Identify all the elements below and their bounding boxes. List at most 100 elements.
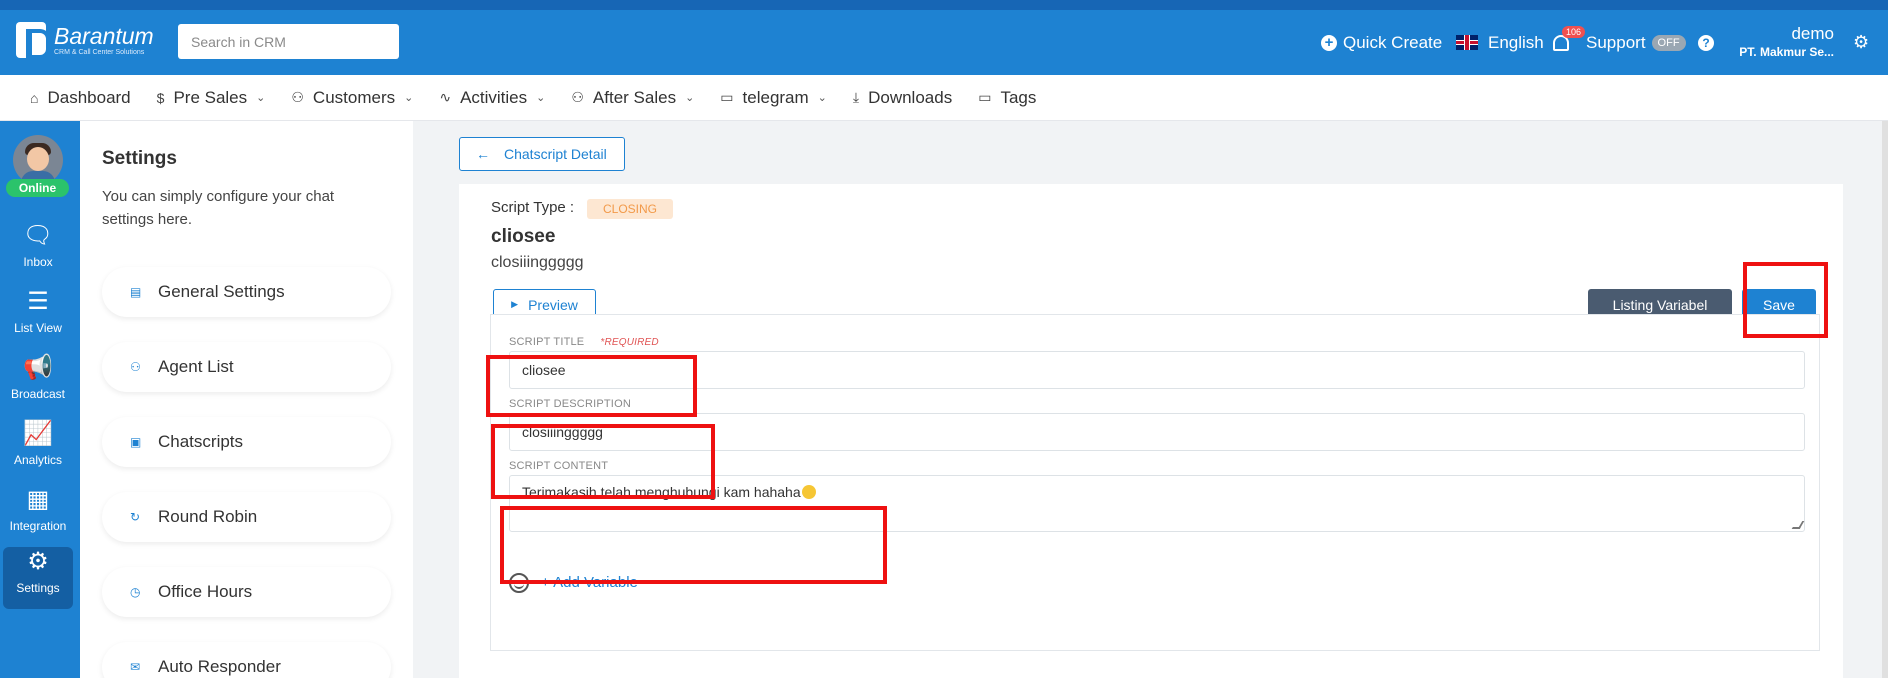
top-strip bbox=[0, 0, 1888, 10]
script-name: cliosee bbox=[491, 226, 556, 247]
dollar-icon: $ bbox=[156, 89, 165, 106]
settings-item-label: Round Robin bbox=[158, 507, 258, 526]
nav-label: Dashboard bbox=[47, 87, 131, 107]
rail-item-analytics[interactable]: 📈 Analytics bbox=[3, 419, 73, 481]
help-icon: ? bbox=[1698, 34, 1714, 51]
back-label: Chatscript Detail bbox=[504, 146, 607, 162]
settings-icon: ▤ bbox=[130, 285, 142, 299]
rail-item-broadcast[interactable]: 📢 Broadcast bbox=[3, 353, 73, 415]
rail-label: Broadcast bbox=[10, 387, 66, 401]
folder-icon: ▭ bbox=[978, 89, 992, 105]
user-name: demo bbox=[1791, 24, 1834, 43]
rail-label: Integration bbox=[9, 519, 67, 533]
nav-tags[interactable]: ▭ Tags bbox=[978, 88, 1036, 108]
scrollbar[interactable] bbox=[1882, 121, 1888, 678]
chart-icon: 📈 bbox=[23, 420, 53, 447]
nav-label: Activities bbox=[460, 87, 528, 107]
gear-icon[interactable]: ⚙ bbox=[1853, 10, 1869, 75]
mail-icon: ✉ bbox=[130, 660, 141, 674]
script-title-input[interactable]: cliosee bbox=[509, 351, 1805, 389]
rail-item-list-view[interactable]: ☰ List View bbox=[3, 287, 73, 349]
nav-label: telegram bbox=[742, 87, 809, 107]
nav-dashboard[interactable]: ⌂ Dashboard bbox=[30, 88, 131, 108]
rail-item-inbox[interactable]: 🗨 Inbox bbox=[3, 221, 73, 283]
nav-customers[interactable]: ⚇ Customers ⌄ bbox=[291, 88, 413, 108]
settings-title: Settings bbox=[102, 148, 177, 169]
users-icon: ⚇ bbox=[571, 89, 584, 105]
chevron-down-icon: ⌄ bbox=[536, 92, 546, 104]
settings-item-office-hours[interactable]: ◷ Office Hours bbox=[102, 567, 391, 617]
nav-activities[interactable]: ∿ Activities ⌄ bbox=[439, 88, 545, 108]
settings-item-label: Office Hours bbox=[158, 582, 253, 601]
settings-item-agent-list[interactable]: ⚇ Agent List bbox=[102, 342, 391, 392]
nav-downloads[interactable]: ⤓ Downloads bbox=[853, 88, 952, 108]
resize-handle-icon[interactable] bbox=[1791, 521, 1805, 529]
nav-label: Customers bbox=[312, 87, 396, 107]
plus-icon: + bbox=[1321, 34, 1337, 51]
user-org: PT. Makmur Se... bbox=[1739, 45, 1834, 59]
rail-item-settings[interactable]: ⚙ Settings bbox=[3, 547, 73, 609]
settings-item-label: Chatscripts bbox=[158, 432, 244, 451]
back-button[interactable]: ← Chatscript Detail bbox=[459, 137, 625, 171]
rail-label: List View bbox=[14, 321, 62, 335]
megaphone-icon: 📢 bbox=[23, 354, 53, 381]
nav-telegram[interactable]: ▭ telegram ⌄ bbox=[720, 88, 827, 108]
chevron-down-icon: ⌄ bbox=[404, 92, 414, 104]
main-nav: ⌂ Dashboard $ Pre Sales ⌄ ⚇ Customers ⌄ … bbox=[0, 75, 1888, 121]
play-icon: ▶ bbox=[511, 299, 519, 309]
nav-after-sales[interactable]: ⚇ After Sales ⌄ bbox=[571, 88, 694, 108]
settings-item-round-robin[interactable]: ↻ Round Robin bbox=[102, 492, 391, 542]
search-input[interactable] bbox=[178, 24, 399, 59]
script-type-label: Script Type : bbox=[491, 199, 575, 216]
help-button[interactable]: ? bbox=[1698, 10, 1714, 75]
settings-item-label: Auto Responder bbox=[158, 657, 281, 676]
smile-emoji-icon bbox=[801, 485, 816, 499]
settings-item-label: General Settings bbox=[158, 282, 285, 301]
gear-icon: ⚙ bbox=[27, 548, 49, 575]
logo-name: Barantum bbox=[54, 23, 154, 49]
language-selector[interactable]: English bbox=[1456, 10, 1544, 75]
required-label: *REQUIRED bbox=[600, 337, 659, 348]
quick-create-button[interactable]: + Quick Create bbox=[1321, 10, 1442, 75]
nav-pre-sales[interactable]: $ Pre Sales ⌄ bbox=[157, 88, 266, 108]
support-label: Support bbox=[1586, 32, 1646, 52]
script-type-badge: CLOSING bbox=[587, 199, 674, 219]
user-menu[interactable]: demo PT. Makmur Se... bbox=[1726, 24, 1834, 59]
settings-item-chatscripts[interactable]: ▣ Chatscripts bbox=[102, 417, 391, 467]
grid-icon: ▦ bbox=[26, 486, 50, 513]
chevron-down-icon: ⌄ bbox=[685, 92, 695, 104]
support-toggle[interactable]: Support OFF bbox=[1586, 10, 1686, 75]
status-badge[interactable]: Online bbox=[6, 179, 69, 197]
support-toggle-state: OFF bbox=[1651, 34, 1686, 51]
logo-mark-icon bbox=[16, 22, 50, 59]
rail-label: Settings bbox=[16, 581, 60, 595]
rail-label: Analytics bbox=[13, 453, 63, 467]
activity-icon: ∿ bbox=[439, 89, 452, 105]
users-icon: ⚇ bbox=[291, 89, 304, 105]
quick-create-label: Quick Create bbox=[1343, 32, 1443, 52]
script-title-label: SCRIPT TITLE *REQUIRED bbox=[509, 336, 659, 348]
top-bar: Barantum CRM & Call Center Solutions + Q… bbox=[0, 10, 1888, 75]
arrow-left-icon: ← bbox=[476, 146, 490, 162]
preview-label: Preview bbox=[528, 296, 578, 313]
users-icon: ⚇ bbox=[130, 360, 141, 374]
settings-description: You can simply configure your chat setti… bbox=[102, 188, 335, 228]
settings-panel: Settings You can simply configure your c… bbox=[80, 121, 413, 678]
logo-subtitle: CRM & Call Center Solutions bbox=[54, 49, 145, 56]
logo[interactable]: Barantum CRM & Call Center Solutions bbox=[16, 22, 154, 59]
list-icon: ☰ bbox=[27, 288, 49, 315]
settings-item-auto-responder[interactable]: ✉ Auto Responder bbox=[102, 642, 391, 678]
avatar[interactable] bbox=[13, 135, 63, 185]
clock-icon: ◷ bbox=[130, 585, 141, 599]
notifications-button[interactable] bbox=[1553, 10, 1569, 75]
notification-badge: 106 bbox=[1562, 26, 1586, 38]
rail-item-integration[interactable]: ▦ Integration bbox=[3, 485, 73, 547]
uk-flag-icon bbox=[1456, 35, 1478, 50]
folder-icon: ▭ bbox=[720, 89, 734, 105]
highlight-script-title bbox=[486, 355, 697, 417]
language-label: English bbox=[1488, 32, 1544, 52]
settings-item-general[interactable]: ▤ General Settings bbox=[102, 267, 391, 317]
refresh-icon: ↻ bbox=[130, 510, 141, 524]
chevron-down-icon: ⌄ bbox=[256, 92, 266, 104]
rail-label: Inbox bbox=[23, 255, 53, 269]
